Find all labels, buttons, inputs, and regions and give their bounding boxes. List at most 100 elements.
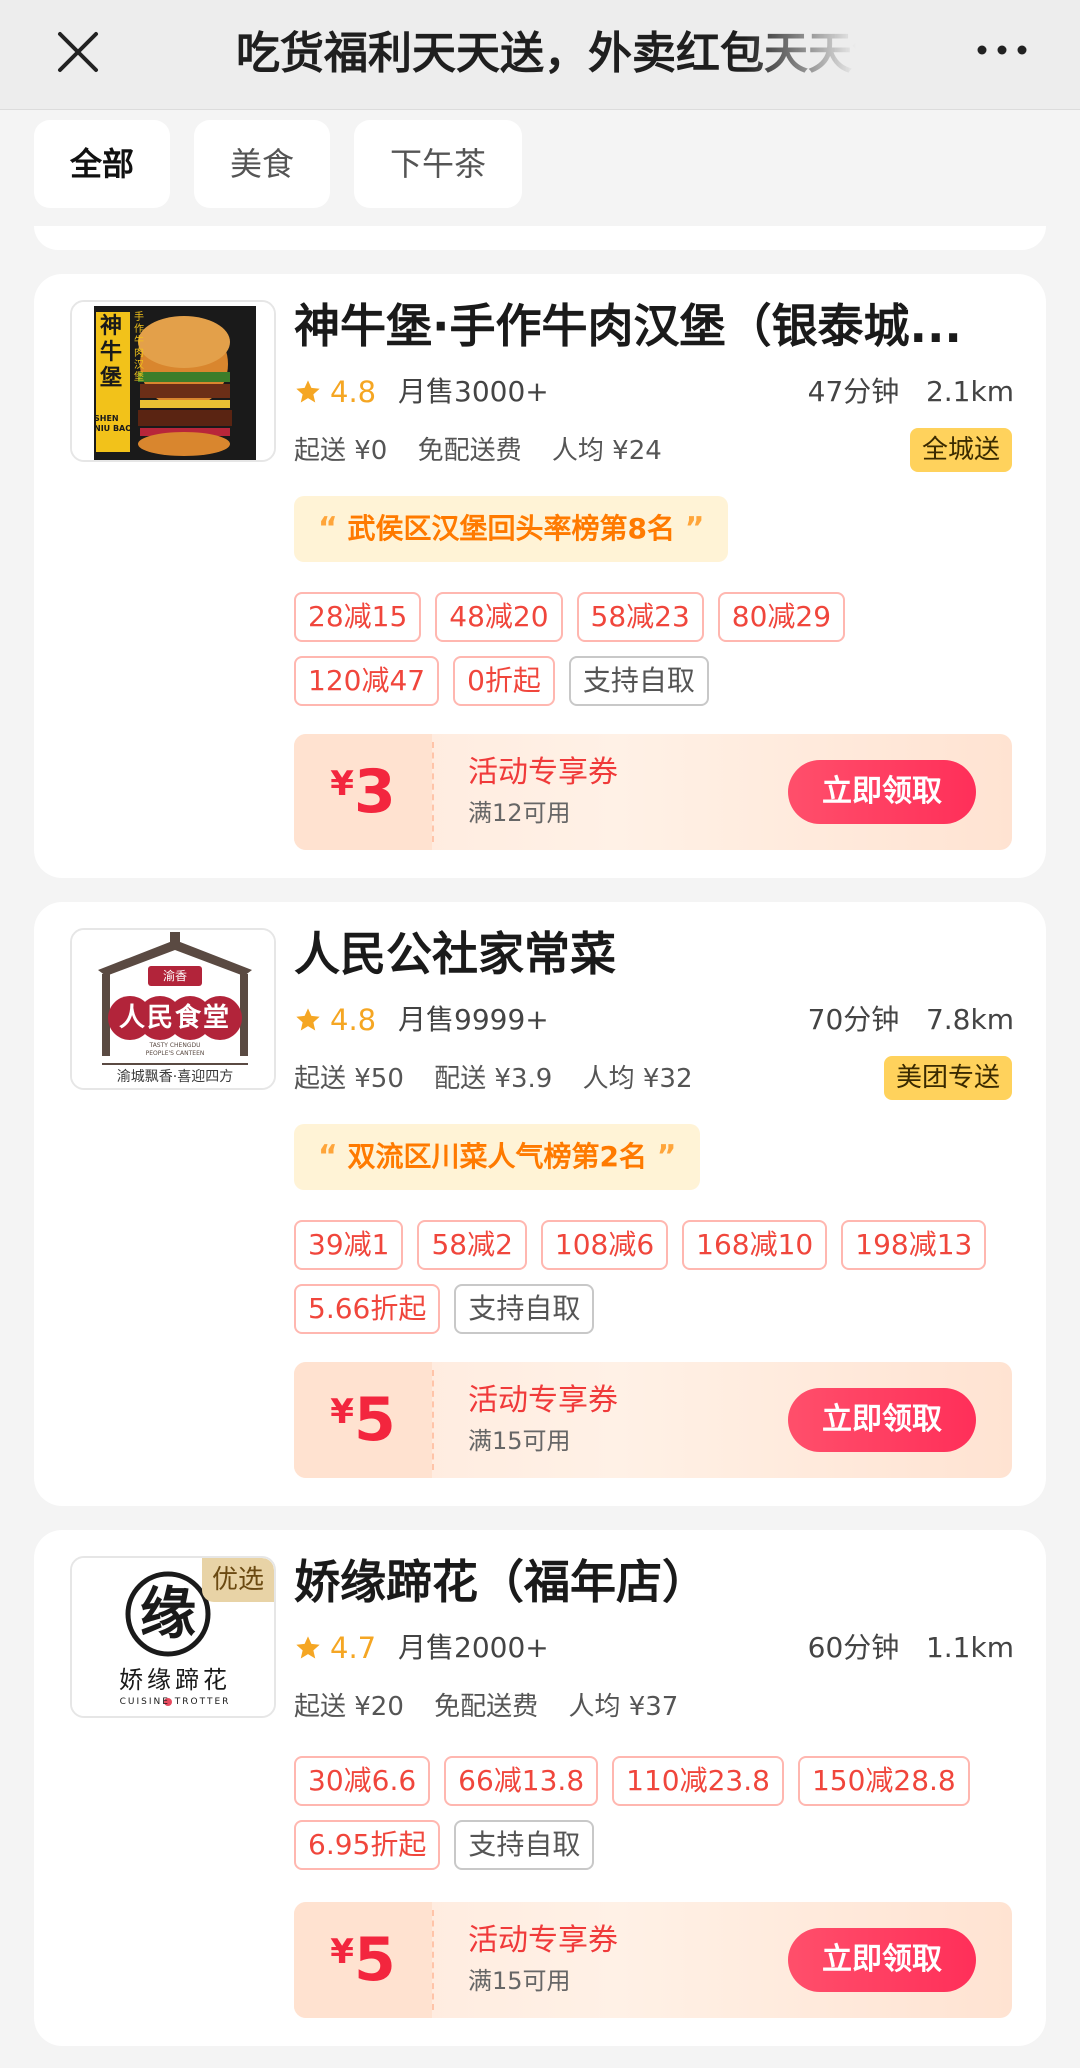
delivery-time-distance: 70分钟 7.8km [808, 1000, 1014, 1040]
promo-tag: 110减23.8 [612, 1756, 784, 1806]
quote-open-icon: “ [318, 511, 338, 546]
coupon-condition: 满12可用 [468, 799, 571, 827]
promo-tag: 80减29 [717, 592, 846, 642]
tab-food[interactable]: 美食 [194, 120, 330, 208]
logo-brand-text: 娇缘蹄花 [119, 1666, 231, 1694]
coupon-value: ¥3 [294, 734, 432, 850]
min-order: 起送 ¥20 [294, 1692, 404, 1722]
rank-banner[interactable]: “ 武侯区汉堡回头率榜第8名 ” [294, 496, 729, 562]
coupon-title: 活动专享券 [468, 755, 618, 790]
store-card[interactable]: 缘 娇缘蹄花 CUISINE TROTTER 优选 娇缘蹄花（福年店） 4.7 … [34, 1530, 1046, 2046]
promo-tag: 150减28.8 [797, 1756, 970, 1806]
monthly-sales: 月售3000+ [398, 375, 549, 408]
delivery-fee: 免配送费 [434, 1692, 539, 1722]
premium-badge: 优选 [201, 1558, 274, 1602]
logo-brand-text: 人民食堂 [118, 1003, 231, 1033]
coupon: ¥5 活动专享券 满15可用 立即领取 [294, 1902, 1012, 2018]
coupon-divider [432, 742, 434, 842]
page-title: 吃货福利天天送，外卖红包天天领 [236, 28, 856, 79]
store-stats: 4.8 月售3000+ 47分钟 2.1km [294, 372, 1014, 412]
store-logo: 渝香 人民食堂 TASTY CHENGDU PEOPLE'S CANTEEN 渝… [70, 928, 276, 1090]
currency-symbol: ¥ [330, 1932, 354, 1972]
coupon-title: 活动专享券 [468, 1923, 618, 1958]
store-stats: 4.7 月售2000+ 60分钟 1.1km [294, 1628, 1014, 1668]
promo-tag: 0折起 [453, 656, 555, 706]
store-logo: 缘 娇缘蹄花 CUISINE TROTTER 优选 [70, 1556, 276, 1718]
tab-afternoon-tea[interactable]: 下午茶 [354, 120, 522, 208]
coupon-title: 活动专享券 [468, 1383, 618, 1418]
logo-slogan: 渝城飘香·喜迎四方 [116, 1069, 234, 1085]
avg-price: 人均 ¥24 [551, 436, 662, 466]
rank-text: 双流区川菜人气榜第2名 [347, 1140, 647, 1173]
quote-close-icon: ” [684, 511, 705, 546]
promo-tag: 39减1 [294, 1220, 404, 1270]
promo-tag: 30减6.6 [294, 1756, 431, 1806]
logo-brand-side-text: 手作牛肉汉堡 [134, 312, 144, 383]
monthly-sales: 月售9999+ [398, 1003, 549, 1036]
more-options-icon[interactable] [972, 26, 1032, 86]
promo-tags: 30减6.6 66减13.8 110减23.8 150减28.8 6.95折起 … [294, 1756, 1014, 1886]
previous-card-edge [34, 226, 1046, 250]
currency-symbol: ¥ [330, 764, 354, 804]
delivery-time: 70分钟 [807, 1003, 900, 1036]
pickup-tag: 支持自取 [454, 1820, 595, 1870]
coupon-divider [432, 1370, 434, 1470]
coupon-divider [432, 1910, 434, 2010]
logo-brand-latin: TASTY CHENGDU PEOPLE'S CANTEEN [145, 1042, 205, 1057]
delivery-time: 60分钟 [807, 1631, 900, 1664]
store-name[interactable]: 人民公社家常菜 [294, 922, 1014, 986]
promo-tag: 48减20 [435, 592, 563, 642]
claim-coupon-button[interactable]: 立即领取 [788, 760, 976, 824]
rating: 4.8 [330, 1003, 377, 1037]
store-logo: 神牛堡 SHEN NIU BAO 手作牛肉汉堡 [70, 300, 276, 462]
star-icon [296, 1008, 320, 1031]
coupon-value: ¥5 [294, 1902, 432, 2018]
store-fees: 起送 ¥0 免配送费 人均 ¥24 [294, 432, 1014, 470]
store-fees: 起送 ¥20 免配送费 人均 ¥37 [294, 1688, 1014, 1726]
promo-tag: 58减2 [417, 1220, 527, 1270]
coupon: ¥5 活动专享券 满15可用 立即领取 [294, 1362, 1012, 1478]
delivery-badge: 美团专送 [883, 1056, 1012, 1100]
promo-tag: 5.66折起 [294, 1284, 441, 1334]
pickup-tag: 支持自取 [454, 1284, 595, 1334]
coupon-condition: 满15可用 [468, 1427, 571, 1455]
distance: 2.1km [925, 375, 1014, 408]
logo-brand-character: 缘 [140, 1581, 196, 1647]
promo-tag: 108减6 [540, 1220, 669, 1270]
promo-tag: 58减23 [576, 592, 704, 642]
logo-brand-latin: CUISINE TROTTER [119, 1697, 231, 1707]
avg-price: 人均 ¥37 [568, 1692, 679, 1722]
avg-price: 人均 ¥32 [582, 1064, 693, 1094]
logo-top-text: 渝香 [162, 969, 187, 983]
distance: 7.8km [925, 1003, 1014, 1036]
promo-tag: 120减47 [294, 656, 440, 706]
star-icon [296, 380, 320, 403]
logo-brand-latin: SHEN NIU BAO [94, 414, 133, 433]
store-name[interactable]: 神牛堡·手作牛肉汉堡（银泰城... [294, 294, 1014, 358]
promo-tag: 168减10 [682, 1220, 828, 1270]
rank-text: 武侯区汉堡回头率榜第8名 [347, 512, 675, 545]
quote-close-icon: ” [656, 1139, 677, 1174]
tab-all[interactable]: 全部 [34, 120, 170, 208]
delivery-time-distance: 60分钟 1.1km [808, 1628, 1014, 1668]
delivery-fee: 免配送费 [417, 436, 522, 466]
store-name[interactable]: 娇缘蹄花（福年店） [294, 1550, 1014, 1614]
currency-symbol: ¥ [330, 1392, 354, 1432]
promo-tag: 6.95折起 [294, 1820, 441, 1870]
delivery-time: 47分钟 [807, 375, 900, 408]
promo-tag: 66减13.8 [444, 1756, 599, 1806]
promo-tags: 39减1 58减2 108减6 168减10 198减13 5.66折起 支持自… [294, 1220, 1014, 1350]
coupon-amount: 3 [353, 757, 396, 827]
rank-banner[interactable]: “ 双流区川菜人气榜第2名 ” [294, 1124, 701, 1190]
promo-tags: 28减15 48减20 58减23 80减29 120减47 0折起 支持自取 [294, 592, 1014, 722]
store-card[interactable]: 渝香 人民食堂 TASTY CHENGDU PEOPLE'S CANTEEN 渝… [34, 902, 1046, 1506]
close-icon[interactable] [48, 22, 108, 82]
monthly-sales: 月售2000+ [398, 1631, 549, 1664]
star-icon [296, 1636, 320, 1659]
promo-tag: 28减15 [294, 592, 422, 642]
delivery-fee: 配送 ¥3.9 [434, 1064, 553, 1094]
store-stats: 4.8 月售9999+ 70分钟 7.8km [294, 1000, 1014, 1040]
store-card[interactable]: 神牛堡 SHEN NIU BAO 手作牛肉汉堡 神牛堡·手作牛肉汉堡（银泰城..… [34, 274, 1046, 878]
claim-coupon-button[interactable]: 立即领取 [788, 1388, 976, 1452]
claim-coupon-button[interactable]: 立即领取 [788, 1928, 976, 1992]
